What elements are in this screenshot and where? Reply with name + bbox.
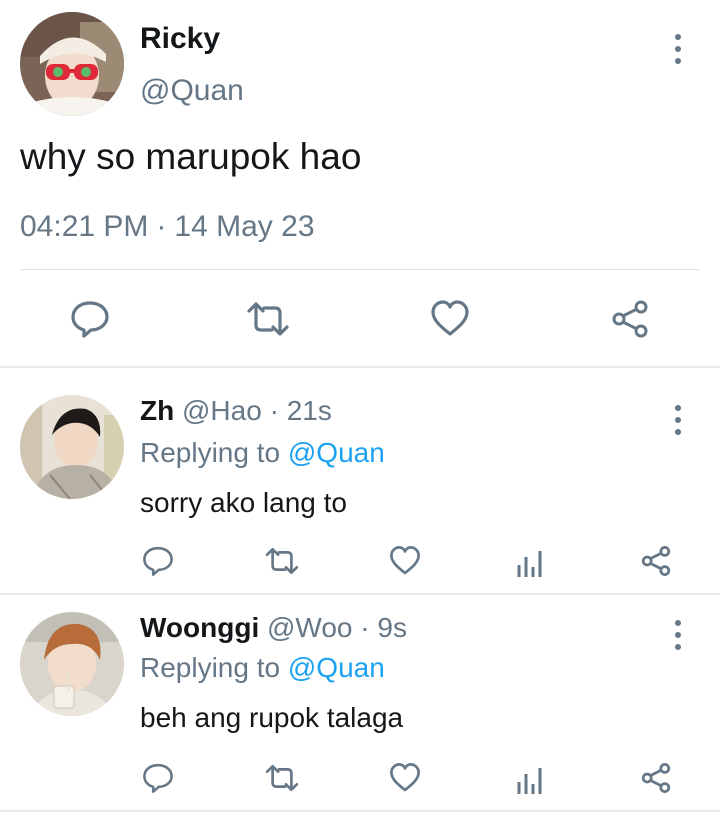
mention-link[interactable]: @Quan [288,652,385,683]
avatar[interactable] [20,12,124,116]
meta-separator: · [360,612,370,643]
display-name[interactable]: Woonggi [140,612,259,643]
avatar[interactable] [20,612,124,716]
retweet-icon[interactable] [245,299,291,339]
user-photo-icon [20,12,124,116]
user-photo-icon [20,612,124,716]
avatar[interactable] [20,395,124,499]
user-handle[interactable]: @Quan [140,74,244,108]
reply-tweet: Woonggi @Woo · 9s Replying to @Quan beh … [0,612,720,812]
like-icon[interactable] [430,299,470,339]
section-divider [0,366,720,368]
reply-icon[interactable] [142,545,174,577]
replying-to: Replying to @Quan [140,437,385,469]
meta-separator: · [156,210,167,243]
reply-icon[interactable] [70,299,110,339]
share-icon[interactable] [640,762,672,794]
tweet-timestamp: 04:21 PM · 14 May 23 [20,210,315,244]
user-photo-icon [20,395,124,499]
like-icon[interactable] [389,545,421,577]
replying-to: Replying to @Quan [140,652,385,684]
reply-text: sorry ako lang to [140,487,347,518]
more-options-icon[interactable] [668,620,688,650]
reply-text: beh ang rupok talaga [140,702,404,733]
display-name[interactable]: Ricky [140,22,220,56]
replying-prefix: Replying to [140,437,281,468]
reply-icon[interactable] [142,762,174,794]
tweet-time: 04:21 PM [20,210,149,243]
meta-separator: · [269,395,279,426]
main-tweet: Ricky @Quan why so marupok hao 04:21 PM ·… [0,0,720,366]
reply-time: 21s [286,395,332,426]
more-options-icon[interactable] [668,405,688,435]
replying-prefix: Replying to [140,652,281,683]
like-icon[interactable] [389,762,421,794]
retweet-icon[interactable] [264,762,300,794]
user-handle[interactable]: @Hao [182,395,262,426]
mention-link[interactable]: @Quan [288,437,385,468]
more-options-icon[interactable] [668,34,688,64]
analytics-icon[interactable] [516,764,544,794]
reply-header: Woonggi @Woo · 9s [140,612,407,644]
divider [20,269,700,270]
share-icon[interactable] [610,299,650,339]
tweet-text: why so marupok hao [20,136,362,177]
retweet-icon[interactable] [264,545,300,577]
reply-header: Zh @Hao · 21s [140,395,332,427]
reply-tweet: Zh @Hao · 21s Replying to @Quan sorry ak… [0,395,720,595]
display-name[interactable]: Zh [140,395,174,426]
tweet-date: 14 May 23 [174,210,315,243]
section-divider [0,593,720,595]
share-icon[interactable] [640,545,672,577]
section-divider [0,810,720,812]
reply-time: 9s [377,612,407,643]
user-handle[interactable]: @Woo [267,612,353,643]
analytics-icon[interactable] [516,547,544,577]
